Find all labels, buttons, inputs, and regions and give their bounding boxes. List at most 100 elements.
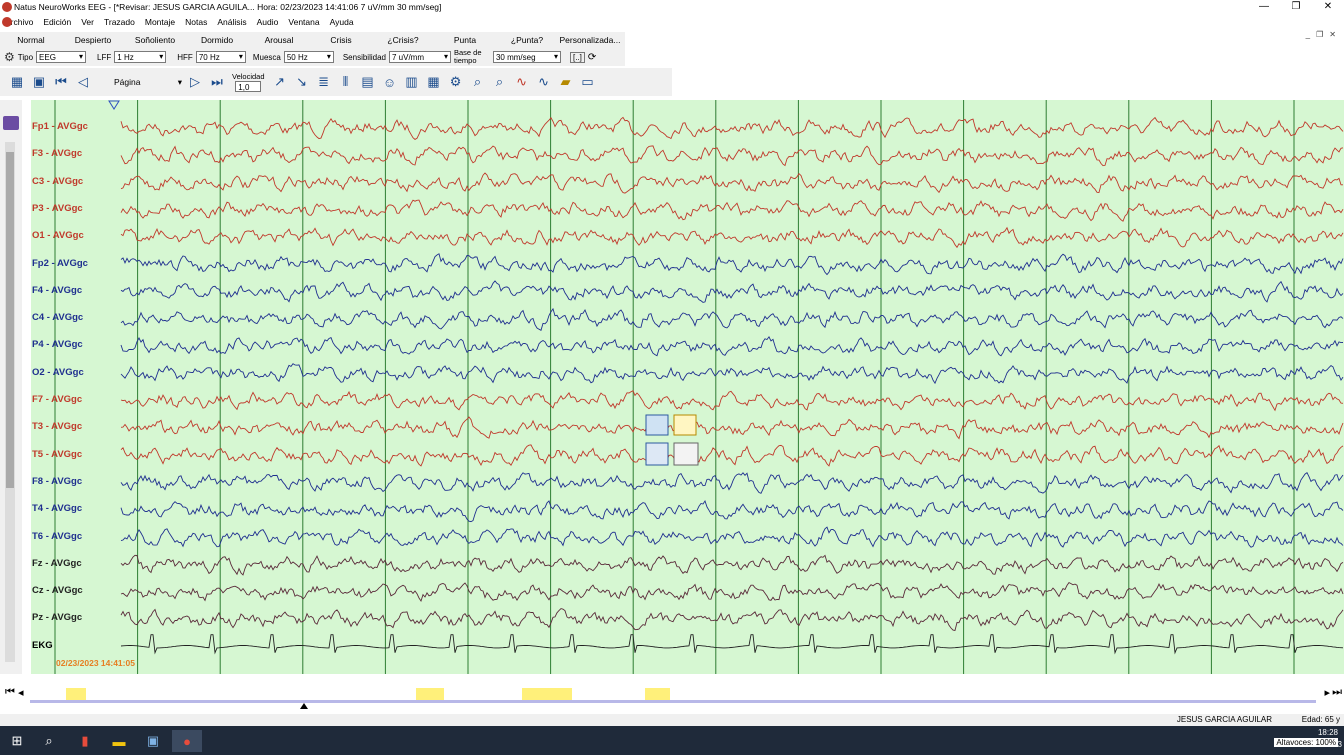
timeline-event-block[interactable] xyxy=(645,688,670,700)
timeline-next-icon[interactable]: ▸ xyxy=(1324,686,1330,699)
muesca-select[interactable]: 50 Hz xyxy=(283,51,334,63)
protocol-dormido[interactable]: Dormido xyxy=(186,32,248,48)
channel-label[interactable]: P4 - AVGgc xyxy=(32,339,83,350)
scrollbar-thumb[interactable] xyxy=(6,152,14,488)
menu-ver[interactable]: Ver xyxy=(76,17,99,27)
channel-label[interactable]: T5 - AVGgc xyxy=(32,449,82,460)
restore-button[interactable]: ❐ xyxy=(1280,0,1312,14)
refresh-icon[interactable]: ⟳ xyxy=(588,52,596,63)
channel-label[interactable]: T4 - AVGgc xyxy=(32,503,82,514)
base-tiempo-select[interactable]: 30 mm/seg xyxy=(492,51,561,63)
mdi-restore-icon[interactable]: ❐ xyxy=(1316,30,1323,39)
channel-label[interactable]: Fp2 - AVGgc xyxy=(32,258,88,269)
menu-audio[interactable]: Audio xyxy=(252,17,284,27)
pagina-select[interactable]: Página ▾ xyxy=(112,74,184,90)
next-page-icon[interactable]: ▷ xyxy=(184,71,206,93)
timeline-prev-icon[interactable]: ◂ xyxy=(18,686,24,699)
channel-label[interactable]: T3 - AVGgc xyxy=(32,421,82,432)
settings-gear-icon[interactable]: ⚙ xyxy=(4,50,15,64)
lff-select[interactable]: 1 Hz xyxy=(114,51,167,63)
menu-analisis[interactable]: Análisis xyxy=(212,17,251,27)
monitor-icon[interactable]: ▭ xyxy=(577,71,599,93)
grid-icon[interactable]: ▤ xyxy=(357,71,379,93)
channel-label[interactable]: P3 - AVGgc xyxy=(32,203,83,214)
menu-trazado[interactable]: Trazado xyxy=(99,17,140,27)
window-app-icon[interactable]: ▣ xyxy=(138,730,168,752)
protocol-sonoliento[interactable]: Soñoliento xyxy=(124,32,186,48)
play-cursor-icon[interactable]: ↗ xyxy=(269,71,291,93)
notification-badge[interactable]: 3 xyxy=(1338,740,1342,749)
mdi-app-icon[interactable] xyxy=(2,17,12,27)
eeg-display[interactable]: Fp1 - AVGgc F3 - AVGgc C3 - AVGgc P3 - AVGg… xyxy=(31,100,1344,674)
timeline-track[interactable] xyxy=(30,688,1316,709)
stop-cursor-icon[interactable]: ↘ xyxy=(291,71,313,93)
folder-icon[interactable]: ▬ xyxy=(104,730,134,752)
channel-label[interactable]: O1 - AVGgc xyxy=(32,230,84,241)
neuroworks-taskbar-icon[interactable]: ● xyxy=(172,730,202,752)
channel-label[interactable]: C4 - AVGgc xyxy=(32,312,83,323)
start-icon[interactable]: ⊞ xyxy=(2,730,32,752)
protocol-crisis[interactable]: Crisis xyxy=(310,32,372,48)
protocol-punta[interactable]: Punta xyxy=(434,32,496,48)
bracket-icon[interactable]: [..] xyxy=(569,51,585,63)
pointer-icon[interactable]: ▰ xyxy=(555,71,577,93)
velocidad-input[interactable]: 1,0 xyxy=(235,81,262,92)
patient-icon[interactable]: ☺ xyxy=(379,71,401,93)
mdi-close-icon[interactable]: ✕ xyxy=(1329,30,1336,39)
spike-icon[interactable]: ∿ xyxy=(511,71,533,93)
protocol-arousal[interactable]: Arousal xyxy=(248,32,310,48)
channel-label[interactable]: F3 - AVGgc xyxy=(32,148,82,159)
mdi-minimize-icon[interactable]: _ xyxy=(1306,30,1310,39)
filter-icon[interactable]: ⚙ xyxy=(445,71,467,93)
back-arrow-icon[interactable] xyxy=(3,116,19,130)
channel-label[interactable]: Fp1 - AVGgc xyxy=(32,121,88,132)
report-icon[interactable]: ▥ xyxy=(401,71,423,93)
menu-edicion[interactable]: Edición xyxy=(38,17,76,27)
channel-label[interactable]: O2 - AVGgc xyxy=(32,367,84,378)
table-icon[interactable]: ▦ xyxy=(423,71,445,93)
sensibilidad-select[interactable]: 7 uV/mm xyxy=(388,51,451,63)
first-page-icon[interactable]: ⏮ xyxy=(50,71,72,93)
channel-label[interactable]: Cz - AVGgc xyxy=(32,585,83,596)
montage-icon[interactable]: ≣ xyxy=(313,71,335,93)
camera-icon[interactable]: ▣ xyxy=(28,71,50,93)
protocol-normal[interactable]: Normal xyxy=(0,32,62,48)
channel-label[interactable]: F8 - AVGgc xyxy=(32,476,82,487)
protocol-personalizada[interactable]: Personalizada... xyxy=(558,32,622,48)
tipo-select[interactable]: EEG xyxy=(36,51,87,63)
timeline-cursor-icon[interactable] xyxy=(300,703,308,709)
previous-page-icon[interactable]: ◁ xyxy=(72,71,94,93)
protocol-despierto[interactable]: Despierto xyxy=(62,32,124,48)
hff-select[interactable]: 70 Hz xyxy=(195,51,246,63)
channel-label[interactable]: C3 - AVGgc xyxy=(32,176,83,187)
minimize-button[interactable]: — xyxy=(1248,0,1280,14)
timeline-event-block[interactable] xyxy=(522,688,572,700)
channel-label[interactable]: F7 - AVGgc xyxy=(32,394,82,405)
channel-label[interactable]: EKG xyxy=(32,640,53,651)
menu-ventana[interactable]: Ventana xyxy=(283,17,324,27)
last-page-icon[interactable]: ⏭ xyxy=(206,71,228,93)
zoom-out-icon[interactable]: ⌕ xyxy=(489,71,511,93)
analysis-overlay-icons[interactable] xyxy=(644,413,702,469)
timeline-event-block[interactable] xyxy=(416,688,444,700)
close-button[interactable]: ✕ xyxy=(1312,0,1344,14)
compare-icon[interactable]: ⫴ xyxy=(335,71,357,93)
network-icon[interactable]: ▦ xyxy=(6,71,28,93)
wave-icon[interactable]: ∿ xyxy=(533,71,555,93)
vertical-scrollbar[interactable] xyxy=(5,142,15,662)
channel-label[interactable]: Pz - AVGgc xyxy=(32,612,82,623)
search-icon[interactable]: ⌕ xyxy=(34,730,64,752)
menu-notas[interactable]: Notas xyxy=(180,17,212,27)
zoom-in-icon[interactable]: ⌕ xyxy=(467,71,489,93)
timeline-event-block[interactable] xyxy=(66,688,86,700)
timeline-first-icon[interactable]: ⏮ xyxy=(5,686,15,699)
menu-montaje[interactable]: Montaje xyxy=(140,17,180,27)
channel-label[interactable]: F4 - AVGgc xyxy=(32,285,82,296)
timeline-last-icon[interactable]: ⏭ xyxy=(1332,686,1342,699)
app-red-icon[interactable]: ▮ xyxy=(70,730,100,752)
protocol-crisis-q[interactable]: ¿Crisis? xyxy=(372,32,434,48)
menu-ayuda[interactable]: Ayuda xyxy=(325,17,359,27)
event-marker-icon[interactable] xyxy=(108,100,120,110)
channel-label[interactable]: T6 - AVGgc xyxy=(32,531,82,542)
channel-label[interactable]: Fz - AVGgc xyxy=(32,558,82,569)
